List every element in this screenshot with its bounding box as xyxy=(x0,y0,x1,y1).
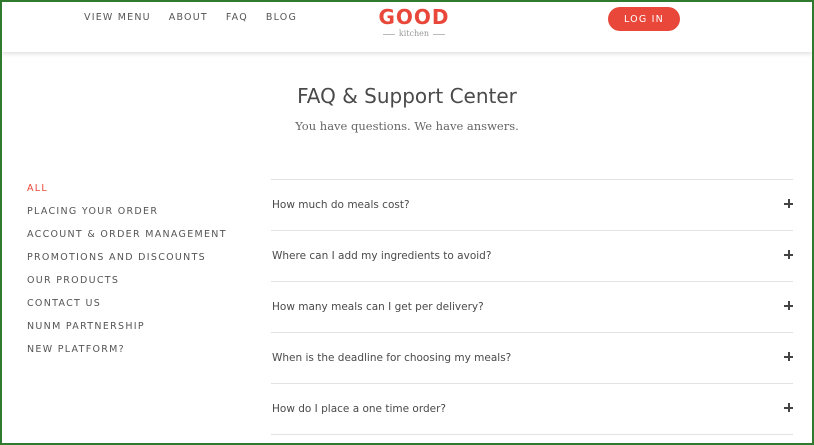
plus-icon[interactable] xyxy=(784,199,793,208)
faq-item[interactable]: Where can I add my ingredients to avoid? xyxy=(271,231,793,282)
site-header: VIEW MENU ABOUT FAQ BLOG GOOD kitchen LO… xyxy=(2,2,812,52)
sidebar-item-promotions-discounts[interactable]: PROMOTIONS AND DISCOUNTS xyxy=(27,252,227,275)
logo-tagline: kitchen xyxy=(398,29,430,38)
main-nav: VIEW MENU ABOUT FAQ BLOG xyxy=(84,12,297,23)
nav-faq[interactable]: FAQ xyxy=(226,12,248,23)
faq-question: How much do meals cost? xyxy=(272,199,410,211)
sidebar-item-our-products[interactable]: OUR PRODUCTS xyxy=(27,275,227,298)
page-title: FAQ & Support Center xyxy=(297,84,517,108)
faq-item[interactable]: How many meals can I get per delivery? xyxy=(271,282,793,333)
logo-divider-left xyxy=(382,33,395,35)
nav-blog[interactable]: BLOG xyxy=(266,12,297,23)
faq-item[interactable]: How do I place a one time order? xyxy=(271,384,793,435)
page-subtitle: You have questions. We have answers. xyxy=(295,119,519,133)
logo-tagline-row: kitchen xyxy=(374,29,454,39)
plus-icon[interactable] xyxy=(784,352,793,361)
page-frame: VIEW MENU ABOUT FAQ BLOG GOOD kitchen LO… xyxy=(0,0,814,445)
login-button[interactable]: LOG IN xyxy=(608,7,680,31)
logo-divider-right xyxy=(433,33,446,35)
site-logo[interactable]: GOOD kitchen xyxy=(374,5,454,39)
faq-question: Where can I add my ingredients to avoid? xyxy=(272,250,492,262)
faq-question: When is the deadline for choosing my mea… xyxy=(272,352,512,364)
plus-icon[interactable] xyxy=(784,301,793,310)
nav-view-menu[interactable]: VIEW MENU xyxy=(84,12,151,23)
faq-category-sidebar: ALL PLACING YOUR ORDER ACCOUNT & ORDER M… xyxy=(27,183,227,367)
logo-wordmark: GOOD xyxy=(378,5,450,29)
sidebar-item-placing-your-order[interactable]: PLACING YOUR ORDER xyxy=(27,206,227,229)
faq-question: How do I place a one time order? xyxy=(272,403,446,415)
sidebar-item-nunm-partnership[interactable]: NUNM PARTNERSHIP xyxy=(27,321,227,344)
sidebar-item-account-order-management[interactable]: ACCOUNT & ORDER MANAGEMENT xyxy=(27,229,227,252)
nav-about[interactable]: ABOUT xyxy=(169,12,208,23)
sidebar-item-contact-us[interactable]: CONTACT US xyxy=(27,298,227,321)
plus-icon[interactable] xyxy=(784,403,793,412)
faq-question: How many meals can I get per delivery? xyxy=(272,301,484,313)
faq-list: How much do meals cost? Where can I add … xyxy=(271,179,793,435)
sidebar-item-new-platform[interactable]: NEW PLATFORM? xyxy=(27,344,227,367)
sidebar-item-all[interactable]: ALL xyxy=(27,183,227,206)
faq-item[interactable]: When is the deadline for choosing my mea… xyxy=(271,333,793,384)
plus-icon[interactable] xyxy=(784,250,793,259)
faq-item[interactable]: How much do meals cost? xyxy=(271,180,793,231)
